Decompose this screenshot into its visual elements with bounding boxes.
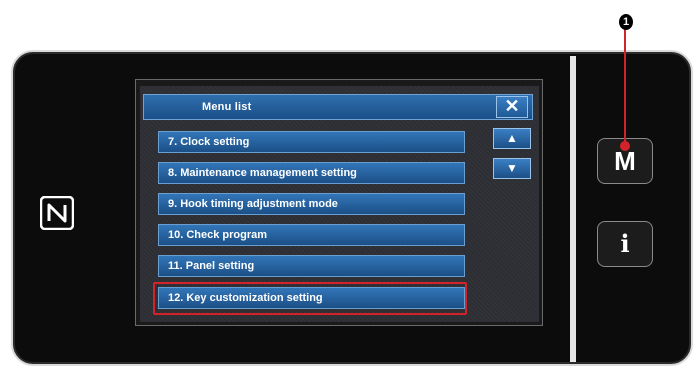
info-button[interactable]: i: [597, 221, 653, 267]
nfc-icon: [39, 195, 75, 231]
callout-dot: [620, 141, 630, 151]
menu-item-clock-setting[interactable]: 7. Clock setting: [158, 131, 465, 153]
highlight-box: [153, 282, 467, 315]
menu-item-check-program[interactable]: 10. Check program: [158, 224, 465, 246]
callout-number-badge: 1: [619, 14, 633, 30]
panel-divider: [570, 56, 576, 362]
scroll-up-button[interactable]: ▲: [493, 128, 531, 149]
page-title: Menu list: [202, 101, 252, 113]
close-button[interactable]: ✕: [496, 96, 528, 118]
scroll-down-button[interactable]: ▼: [493, 158, 531, 179]
menu-list-titlebar: Menu list ✕: [143, 94, 533, 120]
menu-item-hook-timing[interactable]: 9. Hook timing adjustment mode: [158, 193, 465, 215]
menu-item-panel-setting[interactable]: 11. Panel setting: [158, 255, 465, 277]
callout-line: [624, 22, 626, 146]
menu-item-maintenance-management[interactable]: 8. Maintenance management setting: [158, 162, 465, 184]
